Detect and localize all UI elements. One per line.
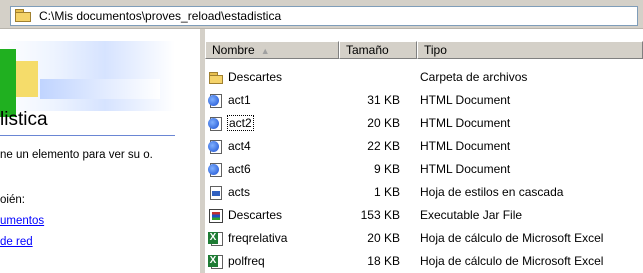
file-row[interactable]: Descartes Carpeta de archivos [205,67,643,88]
column-header-name[interactable]: Nombre ▲ [205,41,339,59]
address-bar: C:\Mis documentos\proves_reload\estadist… [0,0,643,29]
task-pane: listica ne un elemento para ver su o. oi… [0,29,200,273]
file-name: act1 [228,93,251,107]
file-type: HTML Document [420,139,511,153]
file-name: act2 [227,115,254,131]
folder-title: listica [0,109,48,130]
see-also-label: oién: [0,194,25,206]
file-name: freqrelativa [228,231,288,245]
folder-banner-graphic [0,41,175,117]
address-field[interactable]: C:\Mis documentos\proves_reload\estadist… [10,6,638,26]
file-name: act6 [228,162,251,176]
file-type: Hoja de cálculo de Microsoft Excel [420,254,604,268]
html-document-icon [208,93,224,109]
sort-ascending-icon: ▲ [260,46,270,56]
file-size: 9 KB [373,162,400,176]
jar-file-icon [208,208,224,224]
file-row[interactable]: act6 9 KB HTML Document [205,159,643,180]
html-document-icon [208,139,224,155]
css-stylesheet-icon [208,185,224,201]
link-documents[interactable]: umentos [0,215,44,227]
details-hint: ne un elemento para ver su o. [0,149,153,161]
file-type: Hoja de estilos en cascada [420,185,564,199]
column-header-size[interactable]: Tamaño [339,41,417,59]
file-type: HTML Document [420,93,511,107]
file-size: 18 KB [367,254,400,268]
file-list: Nombre ▲ Tamaño Tipo Descartes Carpeta de… [205,29,643,273]
folder-icon [208,70,224,86]
file-name: Descartes [228,208,283,222]
file-size: 153 KB [360,208,400,222]
file-row[interactable]: acts 1 KB Hoja de estilos en cascada [205,182,643,203]
excel-spreadsheet-icon [208,254,224,270]
file-name: polfreq [228,254,265,268]
file-type: Carpeta de archivos [420,70,528,84]
html-document-icon [208,116,224,132]
file-size: 20 KB [367,231,400,245]
file-size: 22 KB [367,139,400,153]
file-size: 1 KB [373,185,400,199]
column-header-bar: Nombre ▲ Tamaño Tipo [205,41,643,59]
file-row[interactable]: Descartes 153 KB Executable Jar File [205,205,643,226]
column-header-type[interactable]: Tipo [417,41,643,59]
file-name: acts [228,185,251,199]
file-type: Hoja de cálculo de Microsoft Excel [420,231,604,245]
file-row[interactable]: act4 22 KB HTML Document [205,136,643,157]
file-row[interactable]: polfreq 18 KB Hoja de cálculo de Microso… [205,251,643,272]
link-network[interactable]: de red [0,236,33,248]
file-name: Descartes [228,70,283,84]
file-type: HTML Document [420,116,511,130]
html-document-icon [208,162,224,178]
file-name: act4 [228,139,251,153]
file-type: HTML Document [420,162,511,176]
file-size: 31 KB [367,93,400,107]
excel-spreadsheet-icon [208,231,224,247]
file-row[interactable]: act2 20 KB HTML Document [205,113,643,134]
address-path: C:\Mis documentos\proves_reload\estadist… [39,9,282,23]
file-size: 20 KB [367,116,400,130]
file-row[interactable]: act1 31 KB HTML Document [205,90,643,111]
file-type: Executable Jar File [420,208,523,222]
divider [0,135,175,136]
folder-icon [15,9,33,23]
file-row[interactable]: freqrelativa 20 KB Hoja de cálculo de Mi… [205,228,643,249]
